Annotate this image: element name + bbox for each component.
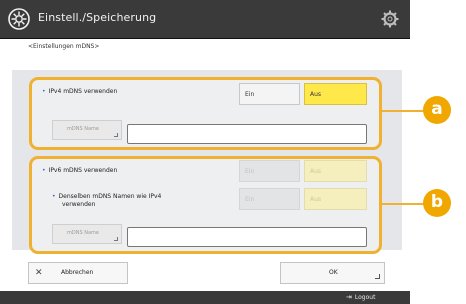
ipv6-mdns-name-field[interactable]: [127, 227, 367, 247]
ipv6-on-button[interactable]: Ein: [239, 160, 300, 182]
close-icon: ✕: [35, 268, 43, 278]
settings-wrench-icon: [8, 8, 30, 30]
ok-button[interactable]: OK: [280, 262, 385, 284]
cancel-button[interactable]: ✕ Abbrechen: [28, 262, 128, 284]
ipv6-mdns-name-button[interactable]: mDNS Name: [52, 224, 122, 244]
ipv4-mdns-name-button[interactable]: mDNS Name: [52, 120, 122, 140]
same-name-off-button[interactable]: Aus: [304, 188, 367, 210]
ipv4-mdns-label: • IPv4 mDNS verwenden: [42, 88, 118, 95]
callout-b-line: [379, 203, 425, 205]
callout-a-badge: a: [423, 96, 451, 124]
page-title: Einstell./Speicherung: [38, 11, 157, 24]
logout-icon: ⇥: [346, 293, 352, 301]
ipv4-off-button[interactable]: Aus: [304, 83, 367, 105]
ipv4-on-button[interactable]: Ein: [239, 83, 300, 105]
same-name-label-line2: verwenden: [62, 201, 96, 208]
same-name-label: • Denselben mDNS Namen wie IPv4: [52, 193, 162, 200]
same-name-on-button[interactable]: Ein: [239, 188, 300, 210]
ipv6-off-button[interactable]: Aus: [304, 160, 367, 182]
breadcrumb: <Einstellungen mDNS>: [28, 43, 100, 50]
gear-icon[interactable]: [380, 9, 400, 29]
ipv4-mdns-name-field[interactable]: [127, 124, 367, 144]
title-bar: Einstell./Speicherung: [0, 0, 410, 39]
ipv6-mdns-label: • IPv6 mDNS verwenden: [42, 167, 118, 174]
footer-bar: ⇥ Logout: [0, 291, 410, 304]
callout-a-line: [379, 110, 425, 112]
logout-button[interactable]: ⇥ Logout: [346, 291, 375, 304]
callout-b-badge: b: [423, 189, 451, 217]
